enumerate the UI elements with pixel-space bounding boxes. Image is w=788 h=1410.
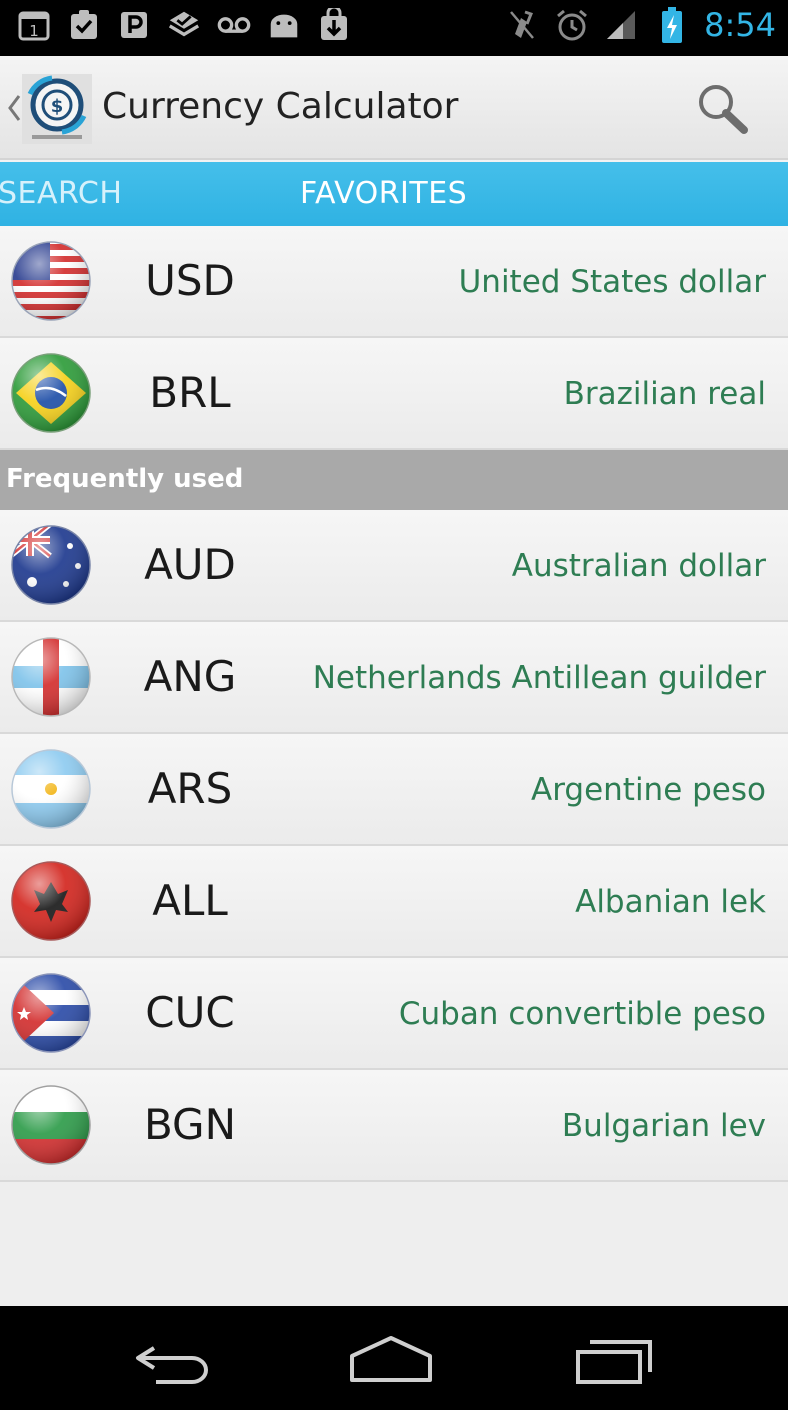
ingress-icon [166, 8, 202, 42]
currency-name: Netherlands Antillean guilder [312, 660, 766, 696]
cuba-flag-icon [11, 973, 91, 1053]
brazil-flag-icon [11, 353, 91, 433]
currency-row-aud[interactable]: AUD Australian dollar [0, 510, 788, 622]
tab-favorites[interactable]: FAVORITES [300, 176, 467, 211]
back-icon[interactable] [126, 1332, 216, 1388]
status-bar: 1 8:54 [0, 0, 788, 56]
usa-flag-icon [11, 241, 91, 321]
bulgaria-flag-icon [11, 1085, 91, 1165]
currency-code: BGN [143, 1100, 237, 1149]
currency-row-all[interactable]: ALL Albanian lek [0, 846, 788, 958]
tab-search[interactable]: SEARCH [0, 176, 122, 211]
section-header-frequently-used: Frequently used [0, 450, 788, 510]
mute-icon [504, 8, 540, 42]
currency-code: USD [145, 256, 235, 305]
currency-name: Australian dollar [511, 548, 766, 584]
currency-code: AUD [144, 540, 236, 589]
recent-apps-icon[interactable] [570, 1332, 660, 1388]
currency-row-brl[interactable]: BRL Brazilian real [0, 338, 788, 450]
currency-name: Argentine peso [530, 772, 766, 808]
home-icon[interactable] [346, 1332, 436, 1388]
svg-text:$: $ [51, 96, 64, 117]
system-icons: 8:54 [504, 6, 776, 44]
netherlands-antilles-flag-icon [11, 637, 91, 717]
app-screen: $ Currency Calculator SEARCH FAVORITES U… [0, 56, 788, 1306]
currency-row-usd[interactable]: USD United States dollar [0, 226, 788, 338]
albania-flag-icon [11, 861, 91, 941]
up-caret-icon[interactable] [4, 88, 24, 128]
currency-name: Albanian lek [575, 884, 766, 920]
voicemail-icon [216, 8, 252, 42]
svg-text:1: 1 [29, 22, 39, 40]
currency-code: BRL [149, 368, 231, 417]
action-bar: $ Currency Calculator [0, 56, 788, 160]
currency-name: United States dollar [458, 264, 766, 300]
tab-bar: SEARCH FAVORITES [0, 162, 788, 226]
search-icon[interactable] [690, 78, 756, 144]
navigation-bar [0, 1306, 788, 1410]
currency-code: ALL [152, 876, 228, 925]
currency-name: Bulgarian lev [561, 1108, 766, 1144]
currency-row-bgn[interactable]: BGN Bulgarian lev [0, 1070, 788, 1182]
currency-code: ARS [147, 764, 233, 813]
currency-row-ang[interactable]: ANG Netherlands Antillean guilder [0, 622, 788, 734]
currency-name: Brazilian real [563, 376, 766, 412]
currency-code: ANG [143, 652, 237, 701]
australia-flag-icon [11, 525, 91, 605]
signal-icon [604, 8, 640, 42]
task-check-icon [66, 8, 102, 42]
download-icon [316, 8, 352, 42]
currency-row-ars[interactable]: ARS Argentine peso [0, 734, 788, 846]
android-icon [266, 8, 302, 42]
dollar-coin-icon[interactable]: $ [22, 74, 92, 144]
app-title: Currency Calculator [102, 86, 459, 127]
clock-time: 8:54 [704, 6, 776, 44]
currency-list: USD United States dollar BRL Brazilian r… [0, 226, 788, 1182]
alarm-icon [554, 8, 590, 42]
currency-row-cuc[interactable]: CUC Cuban convertible peso [0, 958, 788, 1070]
currency-name: Cuban convertible peso [398, 996, 766, 1032]
section-header-label: Frequently used [6, 464, 244, 494]
battery-charging-icon [654, 7, 690, 43]
calendar-icon: 1 [16, 8, 52, 42]
argentina-flag-icon [11, 749, 91, 829]
notification-icons: 1 [16, 8, 352, 42]
currency-code: CUC [145, 988, 235, 1037]
parking-icon [116, 8, 152, 42]
